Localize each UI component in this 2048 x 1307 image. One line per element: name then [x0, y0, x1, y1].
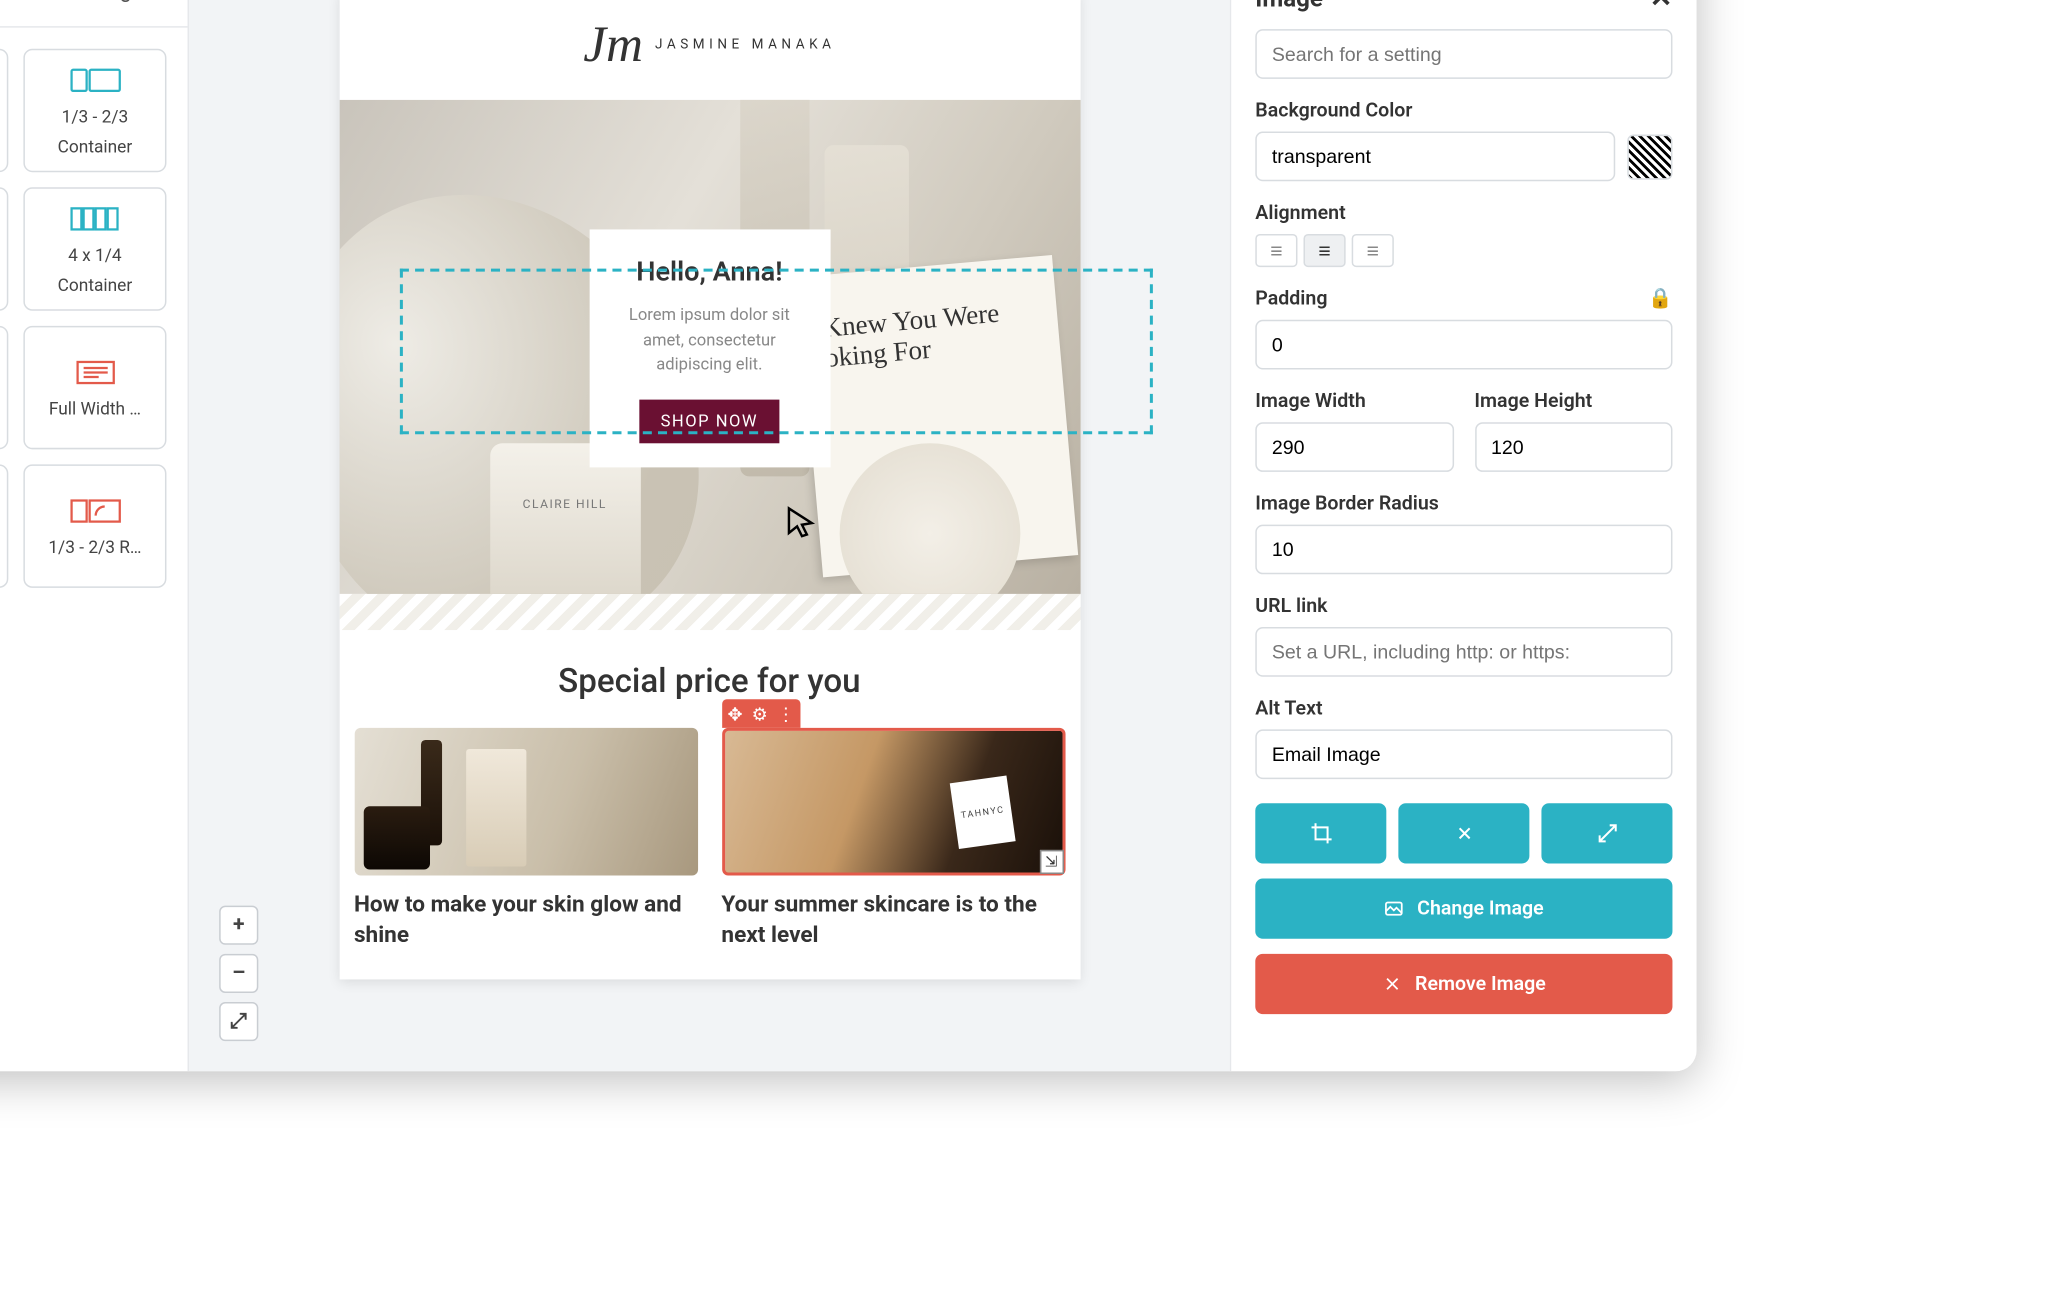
product-label: TAHNYC: [949, 775, 1015, 849]
resize-icon: [1452, 821, 1476, 845]
card-title: Your summer skincare is to the next leve…: [721, 891, 1064, 950]
alt-label: Alt Text: [1255, 698, 1672, 721]
special-heading: Special price for you: [339, 630, 1080, 728]
alignment-label: Alignment: [1255, 202, 1672, 225]
selection-toolbar: ✥ ⚙ ⋮: [721, 699, 801, 728]
resize-button[interactable]: [1398, 803, 1529, 863]
zoom-controls: + – ⤢: [219, 906, 258, 1042]
crop-icon: [1309, 821, 1333, 845]
product-card-2-selected[interactable]: ✥ ⚙ ⋮ TAHNYC ⇲ Your summer skincare is t…: [721, 728, 1064, 949]
width-input[interactable]: [1255, 422, 1453, 472]
remove-image-label: Remove Image: [1415, 973, 1546, 996]
alt-input[interactable]: [1255, 729, 1672, 779]
zoom-fit-button[interactable]: ⤢: [219, 1002, 258, 1041]
x-icon: [1382, 973, 1403, 994]
tab-items[interactable]: Items: [0, 0, 20, 26]
product-cards-row: How to make your skin glow and shine ✥ ⚙…: [339, 728, 1080, 980]
zoom-in-button[interactable]: +: [219, 906, 258, 945]
left-panel: Drafts saved a few seconds ago ⇤ Layouts…: [0, 0, 189, 1071]
cursor-arrow-icon: [782, 504, 821, 549]
shop-now-button[interactable]: SHOP NOW: [639, 399, 779, 443]
brand-name: JASMINE MANAKA: [655, 38, 836, 53]
magazine-text: Knew You Were oking For: [821, 294, 1060, 374]
bg-color-label: Background Color: [1255, 100, 1672, 123]
align-left-button[interactable]: ≡: [1255, 234, 1297, 267]
radius-input[interactable]: [1255, 525, 1672, 575]
crop-button[interactable]: [1255, 803, 1386, 863]
expand-button[interactable]: [1541, 803, 1672, 863]
product-card-1[interactable]: How to make your skin glow and shine: [354, 728, 697, 949]
editor-window: Template Library Comments Preview Code: [0, 0, 1697, 1071]
resize-handle[interactable]: ⇲: [1039, 850, 1063, 874]
image-icon: [1384, 898, 1405, 919]
close-panel-button[interactable]: ✕: [1650, 0, 1673, 14]
height-input[interactable]: [1474, 422, 1672, 472]
align-right-button[interactable]: ≡: [1352, 234, 1394, 267]
hero-section[interactable]: Knew You Were oking For Hello, Anna! Lor…: [339, 100, 1080, 594]
padding-label: Padding: [1255, 288, 1327, 311]
layout-card-1[interactable]: Half WidthContainer: [0, 49, 8, 172]
alignment-buttons: ≡ ≡ ≡: [1255, 234, 1672, 267]
width-label: Image Width: [1255, 391, 1453, 414]
change-image-label: Change Image: [1417, 897, 1544, 920]
hero-title: Hello, Anna!: [607, 257, 812, 289]
radius-label: Image Border Radius: [1255, 493, 1672, 516]
layout-card-5[interactable]: 4 x 1/4Container: [23, 187, 166, 310]
layout-card-10[interactable]: Full Width …: [0, 464, 8, 587]
move-icon[interactable]: ✥: [727, 703, 742, 724]
gear-icon[interactable]: ⚙: [752, 703, 768, 724]
change-image-button[interactable]: Change Image: [1255, 879, 1672, 939]
properties-panel: Image ✕ Background Color Alignment ≡ ≡ ≡…: [1230, 0, 1697, 1071]
layout-card-8[interactable]: Full Width …: [23, 326, 166, 449]
height-label: Image Height: [1474, 391, 1672, 414]
url-label: URL link: [1255, 595, 1672, 618]
remove-image-button[interactable]: Remove Image: [1255, 954, 1672, 1014]
more-icon[interactable]: ⋮: [777, 703, 795, 724]
layout-card-7[interactable]: 1/3 - 2/3 C…: [0, 326, 8, 449]
stripe-divider: [339, 594, 1080, 630]
url-input[interactable]: [1255, 627, 1672, 677]
bg-color-input[interactable]: [1255, 132, 1615, 182]
hero-card: Hello, Anna! Lorem ipsum dolor sit amet,…: [589, 229, 830, 466]
align-center-button[interactable]: ≡: [1303, 234, 1345, 267]
brand-header: Jm JASMINE MANAKA: [339, 0, 1080, 100]
layout-grid: Full WidthContainerHalf WidthContainer1/…: [0, 28, 188, 609]
tab-settings[interactable]: Settings: [20, 0, 187, 26]
hero-body: Lorem ipsum dolor sit amet, consectetur …: [607, 303, 812, 378]
card-title: How to make your skin glow and shine: [354, 891, 697, 950]
left-tabs: Layouts Items Settings: [0, 0, 188, 28]
layout-card-2[interactable]: 1/3 - 2/3Container: [23, 49, 166, 172]
editor-body: Drafts saved a few seconds ago ⇤ Layouts…: [0, 0, 1697, 1071]
search-input[interactable]: [1255, 29, 1672, 79]
canvas[interactable]: Jm JASMINE MANAKA Knew You Were oking Fo…: [189, 0, 1230, 1071]
email-preview: Jm JASMINE MANAKA Knew You Were oking Fo…: [339, 0, 1080, 979]
layout-card-11[interactable]: 1/3 - 2/3 R…: [23, 464, 166, 587]
expand-icon: [1595, 821, 1619, 845]
zoom-out-button[interactable]: –: [219, 954, 258, 993]
panel-title: Image: [1255, 0, 1323, 13]
layout-card-4[interactable]: 3 x 1/3Container: [0, 187, 8, 310]
padding-input[interactable]: [1255, 320, 1672, 370]
bg-color-swatch[interactable]: [1627, 134, 1672, 179]
brand-logo: Jm: [583, 17, 643, 74]
card-image: [354, 728, 697, 876]
selected-image[interactable]: TAHNYC ⇲: [721, 728, 1064, 876]
lock-icon[interactable]: 🔒: [1648, 288, 1672, 311]
